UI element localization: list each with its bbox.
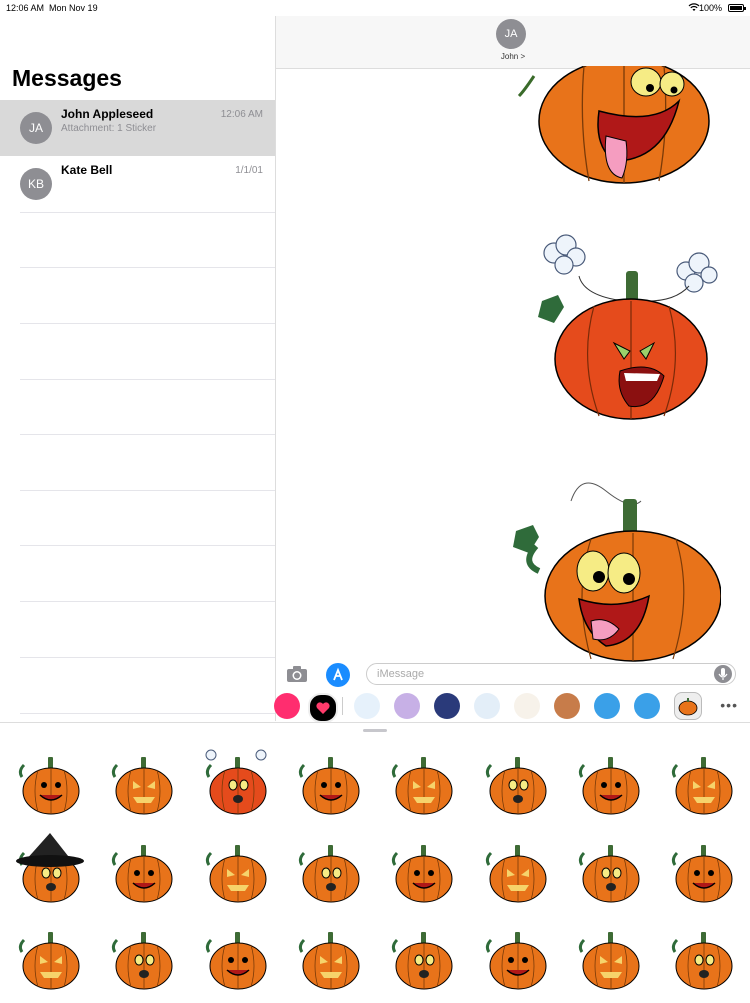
contact-name: John Appleseed — [61, 107, 154, 121]
sticker-app-icon[interactable] — [434, 693, 460, 719]
divider — [342, 697, 343, 715]
contact-name[interactable]: John > — [276, 52, 750, 61]
conversation-list: Messages JA John Appleseed Attachment: 1… — [0, 16, 276, 721]
pumpkin-sticker[interactable] — [477, 743, 557, 823]
pumpkin-sticker[interactable] — [10, 918, 90, 998]
search-images-app-icon[interactable] — [274, 693, 300, 719]
divider — [20, 601, 275, 602]
message-preview: Attachment: 1 Sticker — [61, 123, 157, 134]
pumpkin-sticker[interactable] — [197, 743, 277, 823]
digital-touch-app-icon[interactable] — [308, 693, 338, 723]
pumpkin-sticker[interactable] — [383, 831, 463, 911]
conversation-pane: JA John > — [276, 16, 750, 721]
pumpkin-sticker[interactable] — [103, 918, 183, 998]
sticker-panel — [0, 722, 750, 1001]
pumpkin-sticker[interactable] — [103, 743, 183, 823]
divider — [20, 212, 275, 213]
pumpkin-sticker[interactable] — [570, 831, 650, 911]
sticker-app-icon[interactable] — [514, 693, 540, 719]
status-date: Mon Nov 19 — [49, 3, 98, 13]
more-icon[interactable]: ••• — [720, 697, 738, 713]
conversation-row-kate[interactable]: KB Kate Bell 1/1/01 — [0, 156, 275, 212]
battery-percent: 100% — [698, 3, 722, 13]
status-bar: 12:06 AM Mon Nov 19 100% — [0, 0, 750, 16]
message-input[interactable]: iMessage — [366, 663, 736, 685]
panel-grabber[interactable] — [363, 729, 387, 732]
pumpkin-sticker[interactable] — [103, 831, 183, 911]
conversation-header[interactable]: JA John > — [276, 16, 750, 69]
divider — [20, 323, 275, 324]
sticker-app-icon[interactable] — [394, 693, 420, 719]
contact-name: Kate Bell — [61, 163, 113, 177]
sticker-app-icon[interactable] — [554, 693, 580, 719]
sticker-app-icon[interactable] — [354, 693, 380, 719]
message-time: 1/1/01 — [235, 165, 263, 176]
contact-avatar[interactable]: JA — [496, 19, 526, 49]
microphone-icon[interactable] — [714, 665, 732, 683]
app-drawer: ••• — [274, 691, 750, 723]
divider — [20, 545, 275, 546]
pumpkin-sticker[interactable] — [290, 918, 370, 998]
divider — [20, 434, 275, 435]
pumpkin-sticker[interactable] — [511, 471, 721, 671]
sticker-app-icon[interactable] — [634, 693, 660, 719]
pumpkin-sticker[interactable] — [570, 918, 650, 998]
avatar: JA — [20, 112, 52, 144]
pumpkin-sticker[interactable] — [383, 743, 463, 823]
pumpkin-sticker[interactable] — [524, 231, 724, 421]
divider — [20, 379, 275, 380]
status-time: 12:06 AM — [6, 3, 45, 13]
battery-icon — [728, 4, 746, 12]
pumpkin-sticker[interactable] — [663, 743, 743, 823]
pumpkin-sticker-app-icon[interactable] — [674, 692, 702, 720]
pumpkin-sticker[interactable] — [197, 831, 277, 911]
camera-icon[interactable] — [286, 665, 308, 683]
divider — [20, 657, 275, 658]
pumpkin-sticker[interactable] — [290, 743, 370, 823]
pumpkin-sticker[interactable] — [663, 831, 743, 911]
app-store-icon[interactable] — [326, 663, 350, 687]
pumpkin-sticker[interactable] — [290, 831, 370, 911]
page-title: Messages — [12, 65, 122, 91]
pumpkin-sticker[interactable] — [477, 918, 557, 998]
message-time: 12:06 AM — [220, 109, 263, 120]
divider — [20, 490, 275, 491]
pumpkin-sticker[interactable] — [663, 918, 743, 998]
pumpkin-sticker[interactable] — [10, 743, 90, 823]
avatar: KB — [20, 168, 52, 200]
pumpkin-sticker[interactable] — [197, 918, 277, 998]
divider — [20, 713, 275, 714]
sticker-app-icon[interactable] — [474, 693, 500, 719]
pumpkin-sticker[interactable] — [514, 66, 714, 196]
conversation-row-john[interactable]: JA John Appleseed Attachment: 1 Sticker … — [0, 100, 275, 156]
sticker-app-icon[interactable] — [594, 693, 620, 719]
divider — [20, 267, 275, 268]
pumpkin-sticker[interactable] — [570, 743, 650, 823]
compose-bar: iMessage — [276, 660, 750, 690]
pumpkin-sticker[interactable] — [477, 831, 557, 911]
pumpkin-sticker[interactable] — [383, 918, 463, 998]
pumpkin-sticker[interactable] — [10, 831, 90, 911]
